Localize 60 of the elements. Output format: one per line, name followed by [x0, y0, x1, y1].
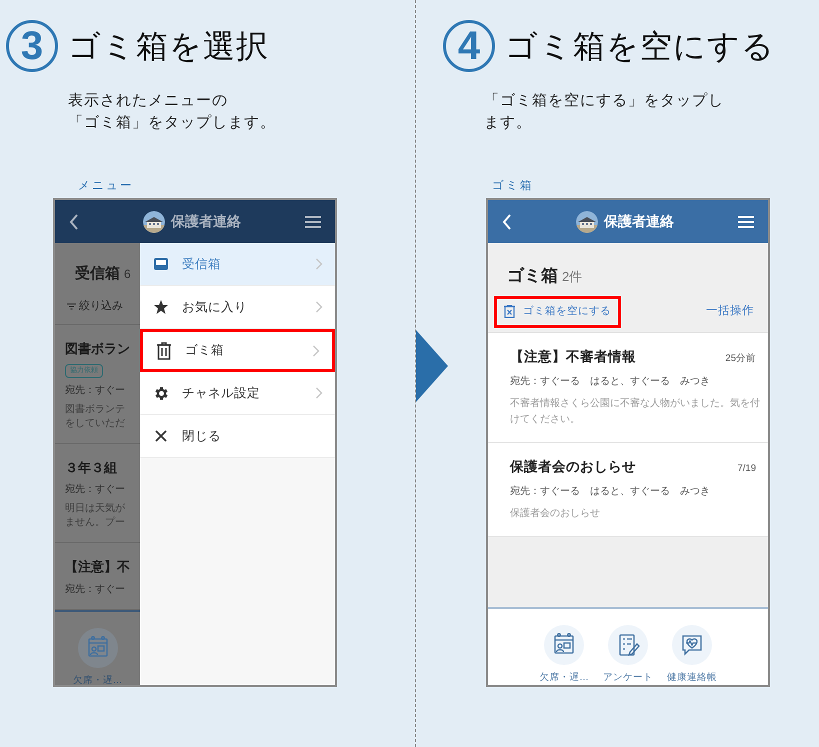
filter-link[interactable]: 絞り込み: [79, 298, 123, 314]
menu-item[interactable]: 閉じる: [140, 415, 335, 458]
trash-icon: [156, 342, 172, 360]
message-text: 明日は天気が: [65, 502, 126, 516]
empty-trash-button[interactable]: ゴミ箱を空にする: [494, 296, 621, 328]
message-text: 図書ボラン: [65, 340, 131, 358]
message-preview: 保護者会のおしらせ: [510, 506, 601, 522]
message-text: ません。プー: [65, 516, 126, 530]
menu-item[interactable]: お気に入り: [140, 286, 335, 330]
message-recipients: 宛先：すぐーる はると、すぐーる みつき: [510, 374, 711, 389]
message-text: 宛先：すぐー: [65, 384, 126, 398]
message-title: 保護者会のおしらせ: [510, 458, 636, 476]
nav-button[interactable]: アンケート: [602, 625, 653, 686]
message-text: 【注意】不: [65, 558, 131, 576]
item-count: 6: [124, 266, 131, 284]
menu-item[interactable]: ゴミ箱: [140, 329, 335, 372]
app-title: 保護者連絡: [604, 212, 674, 232]
message-time: 25分前: [725, 352, 756, 366]
message-recipients: 宛先：すぐーる はると、すぐーる みつき: [510, 484, 711, 500]
step-description: 表示されたメニューの: [68, 91, 228, 111]
arrow-icon: [416, 330, 448, 402]
nav-button[interactable]: 健康連絡帳: [666, 625, 717, 686]
item-count: 2件: [562, 268, 582, 286]
step-number: 4: [443, 20, 495, 72]
step-title: ゴミ箱を空にする: [505, 27, 775, 66]
star-icon: [153, 299, 169, 316]
app-title: 保護者連絡: [171, 212, 241, 232]
calendar-icon[interactable]: [544, 625, 584, 666]
bulk-action-link[interactable]: 一括操作: [706, 303, 754, 320]
back-icon[interactable]: [69, 214, 79, 230]
inbox-icon: [153, 256, 169, 272]
trash-icon: [504, 305, 515, 318]
clipboard-icon[interactable]: [608, 625, 648, 666]
screen-title: ゴミ箱: [507, 265, 558, 288]
screen-caption: ゴミ箱: [492, 178, 535, 194]
message-text: 宛先：すぐー: [65, 582, 126, 597]
message-card[interactable]: 保護者会のおしらせ 7/19 宛先：すぐーる はると、すぐーる みつき 保護者会のおしらせ: [488, 443, 768, 538]
message-title: 【注意】不審者情報: [510, 348, 636, 366]
step-title: ゴミ箱を選択: [68, 27, 269, 66]
menu-item[interactable]: 受信箱: [140, 243, 335, 286]
close-icon: [154, 429, 168, 444]
message-text: 宛先：すぐー: [65, 482, 126, 498]
nav-button[interactable]: 欠席・遅…: [539, 625, 589, 686]
message-text: をしていただ: [65, 416, 126, 431]
step-description: ます。: [484, 113, 532, 133]
menu-icon[interactable]: [305, 216, 321, 228]
message-text: 図書ボランテ: [65, 402, 126, 417]
step-number: 3: [6, 20, 58, 72]
message-text: ３年３組: [65, 458, 118, 477]
menu-item[interactable]: チャネル設定: [140, 372, 335, 416]
heart-chat-icon[interactable]: [672, 625, 712, 666]
message-time: 7/19: [738, 462, 756, 476]
step-description: 「ゴミ箱を空にする」をタップし: [484, 91, 724, 111]
gear-icon: [152, 384, 170, 402]
step-description: 「ゴミ箱」をタップします。: [68, 113, 276, 133]
message-preview: 不審者情報さくら公園に不審な人物がいました。気を付けてください。: [510, 396, 761, 427]
message-card[interactable]: 【注意】不審者情報 25分前 宛先：すぐーる はると、すぐーる みつき 不審者情報さくら公園に不審な人物がいました。気を付けてください。: [488, 332, 768, 443]
filter-icon: [67, 302, 76, 310]
screen-title: 受信箱: [75, 264, 120, 284]
screen-caption: メニュー: [78, 179, 135, 194]
